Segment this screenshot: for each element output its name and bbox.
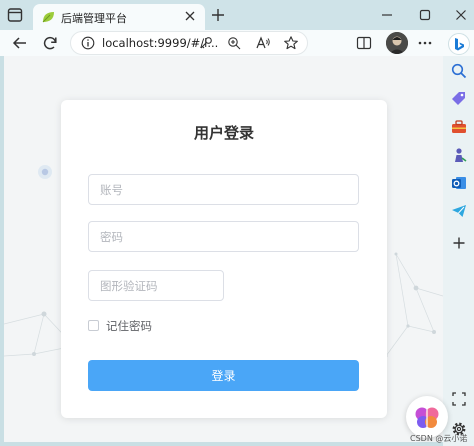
- search-icon[interactable]: [450, 62, 468, 80]
- floating-assistant[interactable]: [406, 396, 448, 438]
- toolbox-icon[interactable]: [450, 118, 468, 136]
- avatar-image: [386, 32, 408, 54]
- tag-icon[interactable]: [450, 90, 468, 108]
- more-icon[interactable]: [416, 34, 434, 52]
- refresh-icon[interactable]: [40, 33, 60, 53]
- username-input[interactable]: [88, 174, 359, 205]
- outlook-icon[interactable]: [450, 174, 468, 192]
- info-icon[interactable]: [81, 36, 95, 50]
- title-bar: 后端管理平台: [0, 0, 474, 30]
- leaf-icon: [42, 12, 54, 23]
- login-card: 用户登录 记住密码 登录: [61, 100, 387, 418]
- maximize-icon[interactable]: [416, 6, 434, 24]
- remember-label: 记住密码: [106, 319, 152, 333]
- zoom-icon[interactable]: [227, 36, 241, 50]
- remember-checkbox[interactable]: [88, 320, 99, 331]
- address-bar[interactable]: localhost:9999/#/l...: [70, 31, 308, 55]
- browser-toolbar: localhost:9999/#/l...: [0, 30, 474, 56]
- copilot-icon: [455, 38, 464, 51]
- tab-actions-icon[interactable]: [6, 6, 24, 24]
- split-screen-icon[interactable]: [355, 34, 373, 52]
- page-viewport: 用户登录 记住密码 登录: [4, 56, 443, 442]
- plus-icon[interactable]: [210, 7, 226, 23]
- captcha-input[interactable]: [88, 270, 224, 301]
- arrow-left-icon[interactable]: [10, 33, 30, 53]
- close-icon[interactable]: [183, 9, 197, 23]
- key-icon[interactable]: [199, 36, 213, 50]
- login-button[interactable]: 登录: [88, 360, 359, 391]
- chess-icon[interactable]: [450, 146, 468, 164]
- window-close-icon[interactable]: [452, 6, 470, 24]
- brain-icon: [415, 407, 439, 428]
- telegram-icon[interactable]: [450, 202, 468, 220]
- tab-title: 后端管理平台: [61, 12, 127, 25]
- add-icon[interactable]: [450, 234, 468, 252]
- read-aloud-icon[interactable]: [255, 35, 271, 51]
- password-input[interactable]: [88, 221, 359, 252]
- minimize-icon[interactable]: [378, 6, 396, 24]
- screenshot-icon[interactable]: [450, 390, 468, 408]
- watermark: CSDN @云小诺: [410, 434, 468, 443]
- login-title: 用户登录: [193, 124, 254, 142]
- avatar[interactable]: [386, 32, 408, 54]
- edge-sidebar: [443, 56, 474, 446]
- copilot-button[interactable]: [448, 33, 470, 55]
- browser-tab[interactable]: 后端管理平台: [33, 4, 205, 30]
- star-icon[interactable]: [283, 35, 299, 51]
